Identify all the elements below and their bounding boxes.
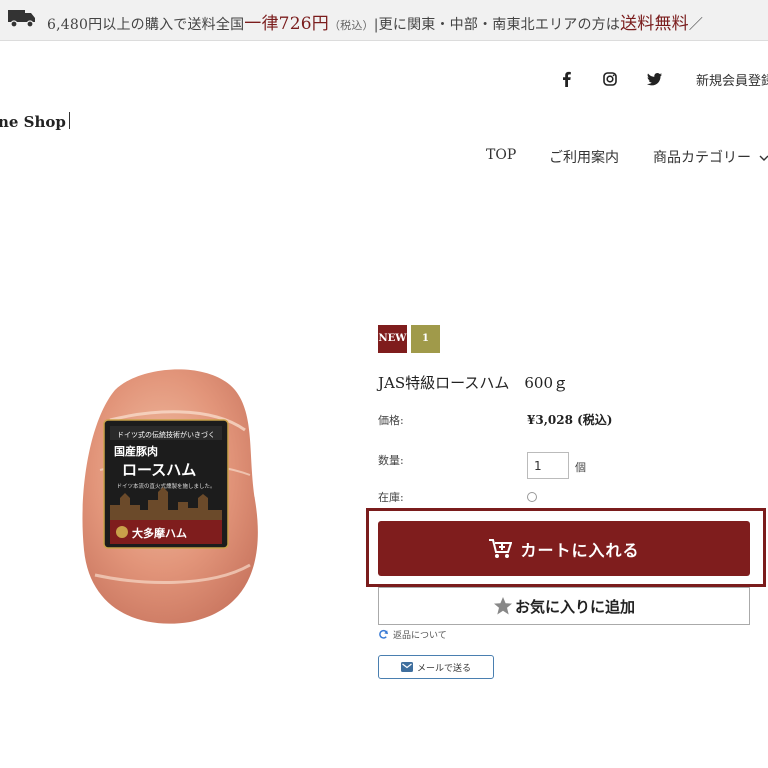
svg-text:ドイツ式の伝統技術がいきづく: ドイツ式の伝統技術がいきづく [117,430,215,439]
quantity-unit: 個 [575,461,586,474]
send-mail-button[interactable]: メールで送る [378,655,494,679]
shipping-message: 6,480円以上の購入で送料全国一律726円（税込）|更に関東・中部・南東北エリ… [47,14,704,34]
cart-icon [489,538,513,558]
nav-item-top[interactable]: TOP [486,147,516,163]
truck-icon [8,10,35,28]
return-policy-link[interactable]: 返品について [378,628,447,641]
add-to-favorites-button[interactable]: お気に入りに追加 [378,587,750,625]
svg-text:大多摩ハム: 大多摩ハム [132,526,187,540]
mail-icon [400,662,413,672]
return-policy-label: 返品について [393,631,447,641]
register-link[interactable]: 新規会員登録 [696,70,768,89]
twitter-icon[interactable] [646,70,664,88]
price-label: 価格: [378,414,404,427]
nav-item-categories[interactable]: 商品カテゴリー [653,147,768,167]
product-title: JAS特級ロースハム 600ｇ [378,374,569,392]
facebook-icon[interactable] [558,70,576,88]
add-to-cart-label: カートに入れる [520,540,640,560]
badge-number: 1 [411,325,440,353]
product-price: ¥3,028 (税込) [527,413,613,427]
header-divider [69,112,70,129]
stock-label: 在庫: [378,491,404,504]
badge-new: NEW [378,325,407,353]
svg-text:国産豚肉: 国産豚肉 [114,444,158,458]
shop-logo-text[interactable]: ne Shop [0,113,66,131]
svg-text:ロースハム: ロースハム [122,461,196,479]
send-mail-label: メールで送る [416,663,471,674]
product-image[interactable]: ドイツ式の伝統技術がいきづく 国産豚肉 ロースハム ドイツ本流の直火式燻製を施し… [70,360,270,630]
refresh-icon [379,629,388,639]
stock-indicator [527,492,537,502]
instagram-icon[interactable] [601,70,619,88]
add-to-cart-button[interactable]: カートに入れる [378,521,750,576]
star-icon [493,597,512,615]
nav-item-categories-label: 商品カテゴリー [653,150,751,166]
svg-text:ドイツ本流の直火式燻製を施しました。: ドイツ本流の直火式燻製を施しました。 [116,482,215,490]
quantity-label: 数量: [378,454,404,467]
chevron-down-icon [759,155,768,161]
shipping-banner: 6,480円以上の購入で送料全国一律726円（税込）|更に関東・中部・南東北エリ… [0,0,768,41]
quantity-input[interactable] [527,452,569,479]
add-to-favorites-label: お気に入りに追加 [514,597,635,616]
nav-item-guide[interactable]: ご利用案内 [549,147,619,167]
